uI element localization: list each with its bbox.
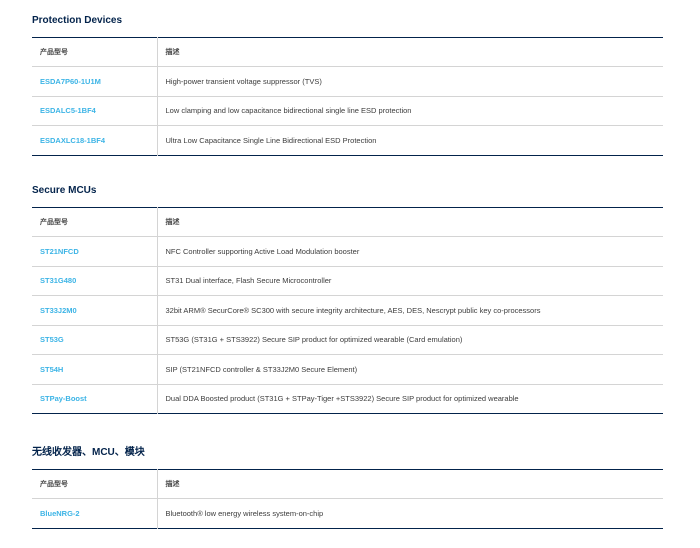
table-row: BlueNRG-2 Bluetooth® low energy wireless…: [32, 498, 663, 528]
section-protection-devices: Protection Devices 产品型号 描述 ESDA7P60-1U1M…: [32, 13, 663, 156]
part-description: ST31 Dual interface, Flash Secure Microc…: [165, 276, 332, 286]
part-description: Low clamping and low capacitance bidirec…: [165, 106, 412, 116]
part-description: ST53G (ST31G + STS3922) Secure SIP produ…: [165, 335, 463, 345]
table-header-row: 产品型号 描述: [32, 469, 663, 499]
section-title: Protection Devices: [32, 15, 123, 26]
section-wireless: 无线收发器、MCU、模块 产品型号 描述 BlueNRG-2 Bluetooth…: [32, 445, 663, 529]
part-number-link[interactable]: ST31G480: [40, 276, 76, 285]
column-header-part: 产品型号: [32, 207, 158, 237]
column-header-description: 描述: [165, 481, 180, 488]
table-row: STPay-Boost Dual DDA Boosted product (ST…: [32, 384, 663, 414]
part-number-link[interactable]: ST33J2M0: [40, 306, 77, 315]
column-header-part: 产品型号: [32, 469, 158, 499]
table-header-row: 产品型号 描述: [32, 207, 663, 237]
part-number-link[interactable]: ST53G: [40, 335, 64, 344]
part-number-link[interactable]: ST21NFCD: [40, 247, 79, 256]
part-number-link[interactable]: BlueNRG-2: [40, 509, 80, 518]
table-header-row: 产品型号 描述: [32, 37, 663, 67]
table-row: ST53G ST53G (ST31G + STS3922) Secure SIP…: [32, 325, 663, 355]
table-row: ST54H SIP (ST21NFCD controller & ST33J2M…: [32, 354, 663, 384]
part-number-link[interactable]: STPay-Boost: [40, 394, 87, 403]
part-description: Bluetooth® low energy wireless system-on…: [165, 508, 324, 518]
table-row: ST33J2M0 32bit ARM® SecurCore® SC300 wit…: [32, 295, 663, 325]
part-description: 32bit ARM® SecurCore® SC300 with secure …: [165, 305, 541, 315]
part-number-link[interactable]: ESDALC5-1BF4: [40, 106, 96, 115]
table-row: ESDAXLC18-1BF4 Ultra Low Capacitance Sin…: [32, 125, 663, 155]
part-number-link[interactable]: ESDAXLC18-1BF4: [40, 136, 105, 145]
column-header-description: 描述: [165, 49, 180, 56]
table-row: ESDALC5-1BF4 Low clamping and low capaci…: [32, 96, 663, 126]
table-row: ST21NFCD NFC Controller supporting Activ…: [32, 236, 663, 266]
part-number-link[interactable]: ESDA7P60-1U1M: [40, 77, 101, 86]
column-header-description: 描述: [165, 219, 180, 226]
section-secure-mcus: Secure MCUs 产品型号 描述 ST21NFCD NFC Control…: [32, 183, 663, 414]
part-description: NFC Controller supporting Active Load Mo…: [165, 246, 360, 256]
part-number-link[interactable]: ST54H: [40, 365, 63, 374]
products-table: 产品型号 描述 BlueNRG-2 Bluetooth® low energy …: [32, 469, 663, 529]
section-title: Secure MCUs: [32, 185, 97, 196]
products-table: 产品型号 描述 ESDA7P60-1U1M High-power transie…: [32, 37, 663, 156]
section-title: 无线收发器、MCU、模块: [32, 447, 145, 458]
table-row: ESDA7P60-1U1M High-power transient volta…: [32, 66, 663, 96]
part-description: Dual DDA Boosted product (ST31G + STPay-…: [165, 394, 519, 404]
table-row: ST31G480 ST31 Dual interface, Flash Secu…: [32, 266, 663, 296]
part-description: Ultra Low Capacitance Single Line Bidire…: [165, 135, 377, 145]
part-description: SIP (ST21NFCD controller & ST33J2M0 Secu…: [165, 364, 358, 374]
column-header-part: 产品型号: [32, 37, 158, 67]
products-table: 产品型号 描述 ST21NFCD NFC Controller supporti…: [32, 207, 663, 414]
part-description: High-power transient voltage suppressor …: [165, 76, 322, 86]
